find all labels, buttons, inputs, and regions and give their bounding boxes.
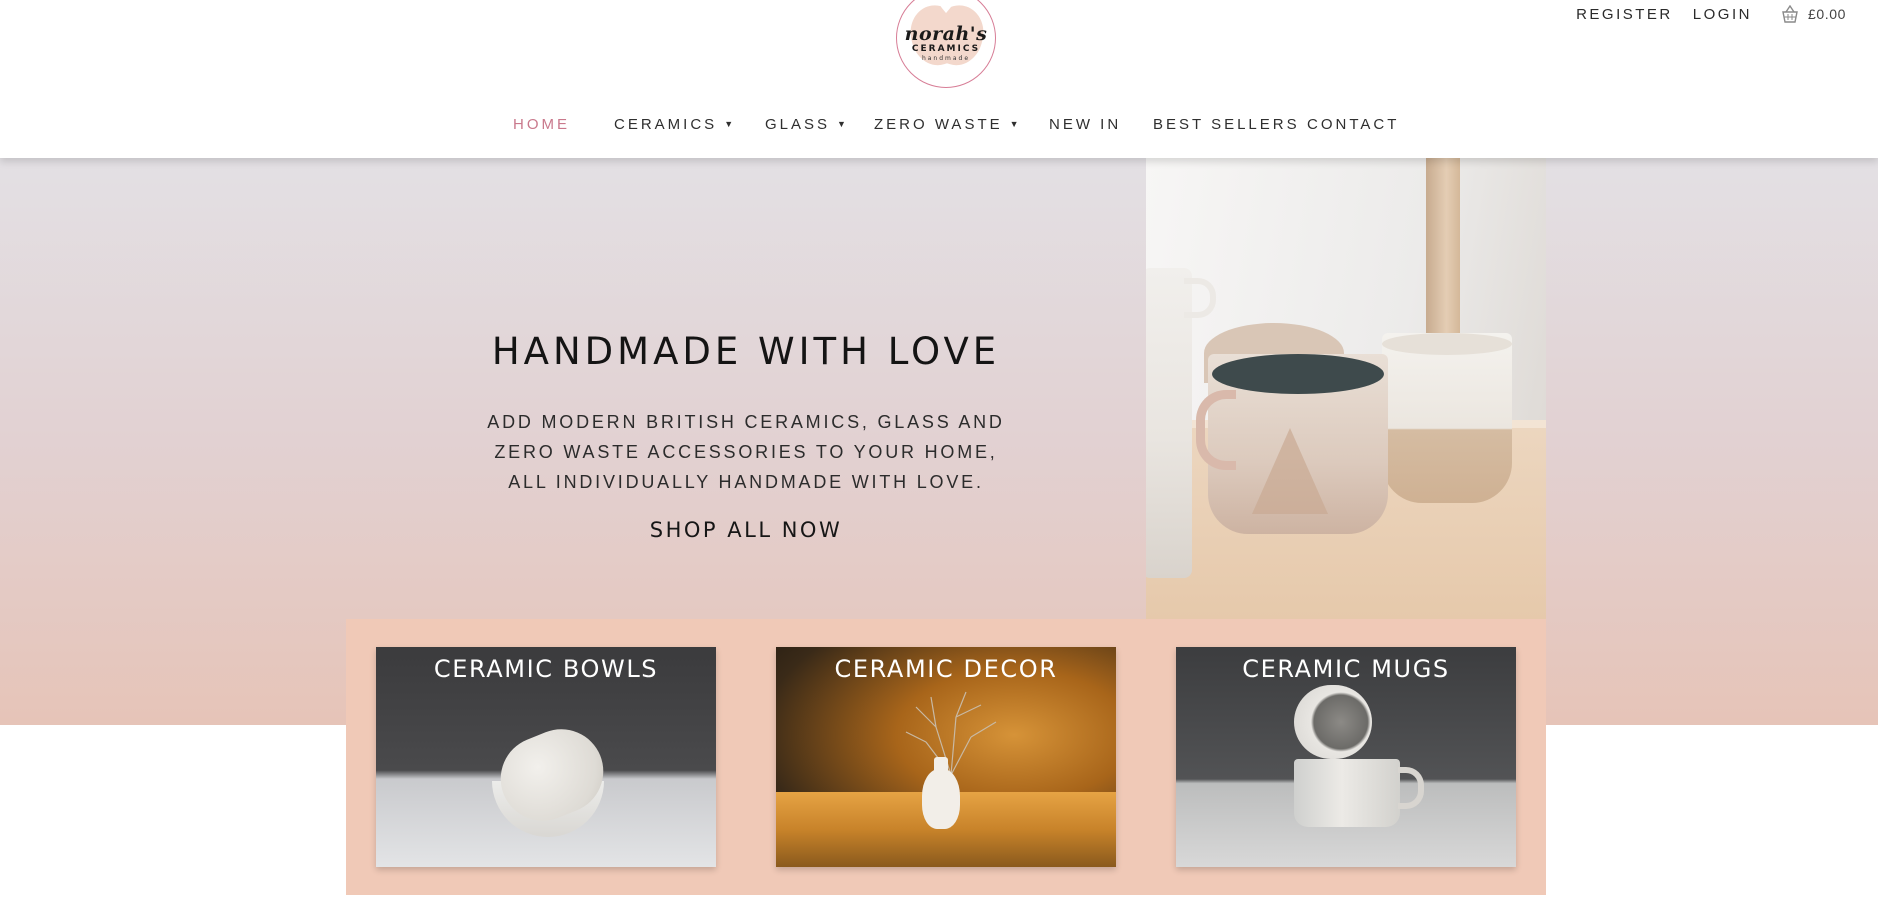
nav-item-glass[interactable]: GLASS ▼	[765, 116, 846, 133]
nav-item-label: CONTACT	[1307, 116, 1400, 133]
cup-image-handle	[1398, 767, 1424, 809]
cart-total: £0.00	[1807, 6, 1846, 22]
dried-twigs-image	[905, 691, 997, 776]
category-card-mugs[interactable]: CERAMIC MUGS	[1176, 647, 1516, 867]
nav-item-zero-waste[interactable]: ZERO WASTE ▼	[874, 116, 1019, 133]
nav-item-new-in[interactable]: NEW IN	[1049, 116, 1121, 133]
nav-item-label: NEW IN	[1049, 116, 1122, 133]
category-title: CERAMIC MUGS	[1242, 655, 1450, 683]
nav-item-contact[interactable]: CONTACT	[1307, 116, 1399, 133]
login-link[interactable]: LOGIN	[1693, 6, 1752, 23]
category-card-bowls[interactable]: CERAMIC BOWLS	[376, 647, 716, 867]
site-logo[interactable]: ♥ norah's CERAMICS handmade	[896, 0, 996, 88]
photo-mug-back	[1382, 333, 1512, 503]
nav-item-ceramics[interactable]: CERAMICS ▼	[614, 116, 733, 133]
vase-image	[922, 757, 960, 829]
hero-description-line: ZERO WASTE ACCESSORIES TO YOUR HOME,	[494, 442, 998, 462]
logo-tagline: handmade	[921, 55, 971, 62]
nav-item-label: GLASS	[765, 116, 831, 133]
hero-description: ADD MODERN BRITISH CERAMICS, GLASS AND Z…	[440, 407, 1052, 497]
nav-item-label: BEST SELLERS	[1153, 116, 1300, 133]
nav-item-label: ZERO WASTE	[874, 116, 1003, 133]
hero-title: HANDMADE WITH LOVE	[491, 330, 1001, 373]
cart-button[interactable]: £0.00	[1780, 5, 1846, 23]
caret-down-icon: ▼	[724, 119, 734, 129]
shop-all-button[interactable]: SHOP ALL NOW	[540, 518, 952, 542]
hero-description-line: ADD MODERN BRITISH CERAMICS, GLASS AND	[487, 412, 1005, 432]
hero-mugs-photo	[1146, 158, 1546, 619]
photo-mug-handle	[1196, 390, 1236, 470]
cup-image-bottom	[1294, 759, 1400, 827]
category-panel: CERAMIC BOWLS CERAMIC DECOR CERAMIC MUGS	[346, 619, 1546, 895]
account-links: REGISTER LOGIN £0.00	[1576, 4, 1846, 24]
nav-item-best-sellers[interactable]: BEST SELLERS	[1153, 116, 1300, 133]
category-card-decor[interactable]: CERAMIC DECOR	[776, 647, 1116, 867]
nav-item-label: CERAMICS	[614, 116, 718, 133]
photo-jug-handle	[1184, 278, 1216, 318]
site-header: ♥ norah's CERAMICS handmade REGISTER LOG…	[0, 0, 1878, 158]
main-nav: HOME CERAMICS ▼ GLASS ▼ ZERO WASTE ▼ NEW IN…	[0, 114, 1878, 138]
hero-description-line: ALL INDIVIDUALLY HANDMADE WITH LOVE.	[508, 472, 984, 492]
category-title: CERAMIC DECOR	[834, 655, 1058, 683]
photo-shelf-post	[1426, 158, 1460, 348]
logo-name: norah's	[904, 23, 988, 45]
cup-image-top	[1294, 685, 1372, 759]
nav-item-home[interactable]: HOME	[513, 116, 570, 133]
photo-mug-pattern	[1252, 428, 1328, 514]
category-title: CERAMIC BOWLS	[433, 655, 659, 683]
caret-down-icon: ▼	[1009, 119, 1019, 129]
basket-icon	[1782, 5, 1798, 23]
nav-item-label: HOME	[513, 116, 570, 133]
caret-down-icon: ▼	[837, 119, 846, 129]
register-link[interactable]: REGISTER	[1576, 6, 1673, 23]
logo-subtitle: CERAMICS	[911, 44, 981, 54]
heart-icon: ♥	[938, 0, 954, 17]
